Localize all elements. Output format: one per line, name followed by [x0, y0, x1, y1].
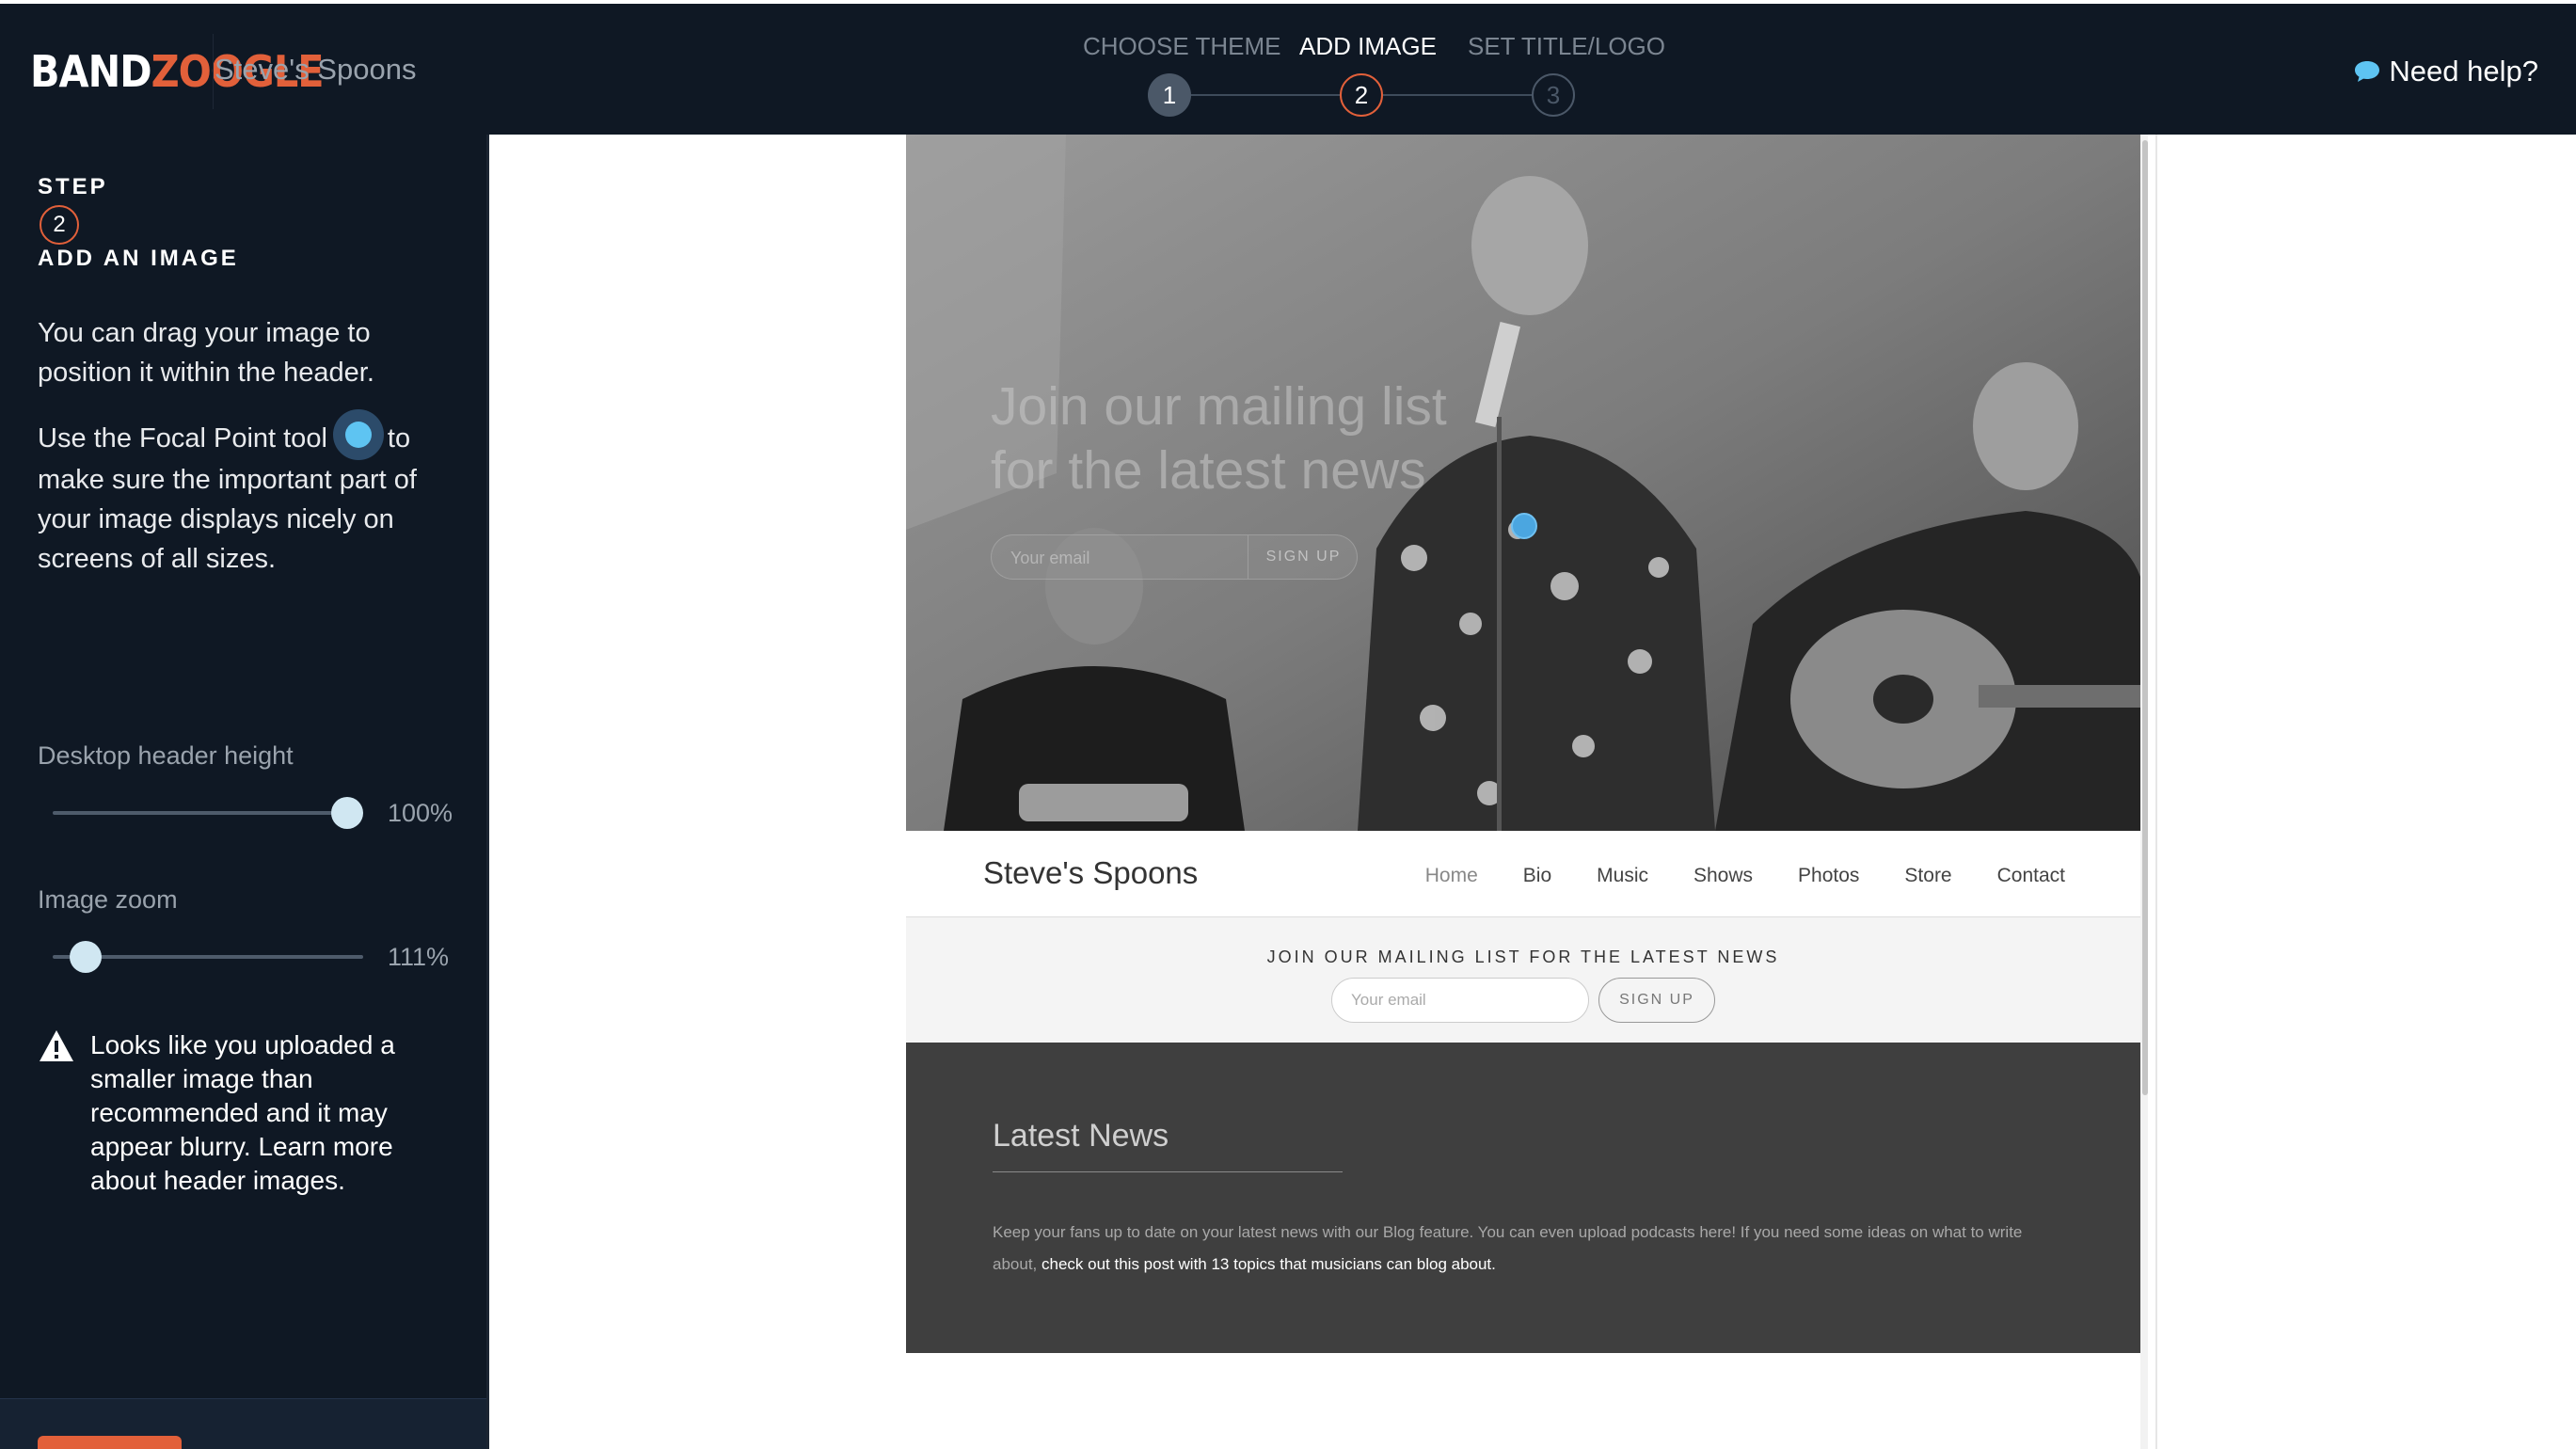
step-label-add-image[interactable]: ADD IMAGE — [1299, 32, 1437, 61]
mailing-list-title: JOIN OUR MAILING LIST FOR THE LATEST NEW… — [1266, 947, 1780, 966]
nav-link-music[interactable]: Music — [1597, 865, 1648, 887]
nav-link-shows[interactable]: Shows — [1693, 865, 1753, 887]
step-number-badge: 2 — [40, 205, 79, 245]
image-zoom-slider-handle[interactable] — [69, 941, 102, 973]
step-dot-3[interactable]: 3 — [1532, 73, 1575, 117]
warning-icon — [38, 1028, 75, 1069]
preview-site-title[interactable]: Steve's Spoons — [983, 855, 1198, 891]
step-dot-1[interactable]: 1 — [1148, 73, 1191, 117]
nav-link-contact[interactable]: Contact — [1997, 865, 2065, 887]
header-height-label: Desktop header height — [38, 741, 294, 770]
nav-link-store[interactable]: Store — [1904, 865, 1951, 887]
hero-email-input[interactable]: Your email — [1010, 549, 1089, 568]
latest-news-body: Keep your fans up to date on your latest… — [993, 1217, 2056, 1281]
hero-title-line1: Join our mailing list — [991, 376, 1447, 437]
warning-text[interactable]: Looks like you uploaded a smaller image … — [90, 1028, 448, 1198]
step-dot-2[interactable]: 2 — [1340, 73, 1383, 117]
site-preview: Join our mailing list for the latest new… — [906, 135, 2155, 1449]
header-height-value: 100% — [388, 799, 453, 827]
instruction-focal-point: Use the Focal Point tool to make sure the… — [38, 409, 452, 579]
instruction-focal-before: Use the Focal Point tool — [38, 423, 327, 454]
step-heading: STEP — [38, 174, 108, 199]
hero-title: Join our mailing list for the latest new… — [991, 374, 1447, 502]
mailing-list-section: JOIN OUR MAILING LIST FOR THE LATEST NEW… — [906, 917, 2140, 1043]
need-help-label: Need help? — [2389, 55, 2538, 88]
next-step-button[interactable] — [38, 1436, 182, 1449]
preview-nav-links: Home Bio Music Shows Photos Store Contac… — [1425, 865, 2065, 887]
focal-point-icon[interactable] — [332, 409, 384, 461]
top-bar: BAND ZOOGLE Steve's Spoons CHOOSE THEME A… — [0, 0, 2576, 135]
blog-topics-link[interactable]: check out this post with 13 topics that … — [1042, 1255, 1496, 1273]
focal-point-handle[interactable] — [1511, 513, 1537, 539]
header-height-slider-track[interactable] — [53, 811, 363, 815]
need-help-link[interactable]: Need help? — [2353, 55, 2538, 88]
sidebar: STEP 2 ADD AN IMAGE You can drag your im… — [0, 135, 488, 1449]
hero-signup-form: Your email SIGN UP — [991, 534, 1358, 580]
mailing-email-input[interactable]: Your email — [1331, 978, 1589, 1023]
step-label-choose-theme[interactable]: CHOOSE THEME — [1083, 32, 1280, 61]
logo-text-band: BAND — [30, 46, 152, 97]
nav-link-home[interactable]: Home — [1425, 865, 1478, 887]
hero-signup-button[interactable]: SIGN UP — [1248, 535, 1359, 579]
step-connector — [1191, 94, 1342, 96]
hero-title-line2: for the latest news — [991, 440, 1426, 501]
mailing-signup-button[interactable]: SIGN UP — [1598, 978, 1715, 1023]
nav-link-bio[interactable]: Bio — [1523, 865, 1551, 887]
image-zoom-value: 111% — [388, 943, 450, 971]
preview-navbar: Steve's Spoons Home Bio Music Shows Phot… — [906, 831, 2140, 917]
preview-right-border — [2155, 135, 2157, 1449]
sidebar-edge — [486, 135, 489, 1449]
latest-news-title: Latest News — [993, 1118, 1169, 1154]
latest-news-divider — [993, 1171, 1343, 1172]
latest-news-section: Latest News Keep your fans up to date on… — [906, 1043, 2140, 1353]
step-label-set-title-logo[interactable]: SET TITLE/LOGO — [1468, 32, 1665, 61]
chat-bubble-icon — [2353, 59, 2381, 84]
image-zoom-label: Image zoom — [38, 885, 178, 914]
logo-divider — [213, 34, 214, 109]
header-image[interactable]: Join our mailing list for the latest new… — [906, 135, 2140, 831]
preview-scrollbar-thumb[interactable] — [2142, 140, 2148, 1095]
step-title: ADD AN IMAGE — [38, 246, 239, 271]
instruction-drag: You can drag your image to position it w… — [38, 318, 374, 388]
nav-link-photos[interactable]: Photos — [1798, 865, 1859, 887]
header-height-slider-handle[interactable] — [331, 797, 363, 829]
step-connector — [1383, 94, 1535, 96]
preview-footer-space — [906, 1353, 2140, 1449]
site-name: Steve's Spoons — [215, 53, 417, 86]
